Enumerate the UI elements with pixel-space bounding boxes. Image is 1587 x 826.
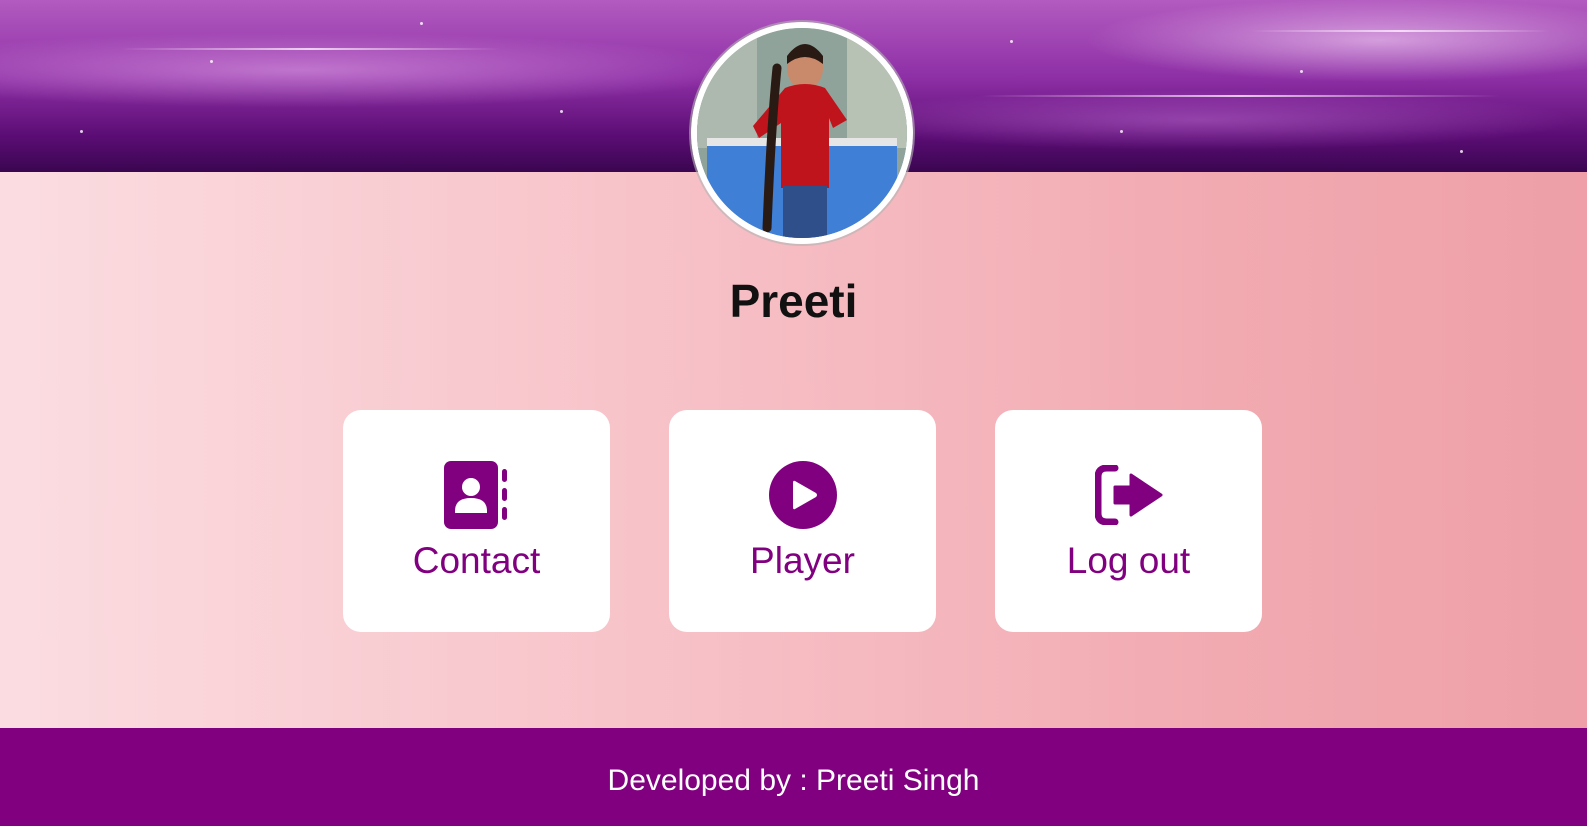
banner-streak: [980, 95, 1500, 97]
logout-icon: [1094, 460, 1164, 530]
contact-button[interactable]: Contact: [343, 410, 610, 632]
logout-button[interactable]: Log out: [995, 410, 1262, 632]
footer-credit: Developed by : Preeti Singh: [607, 764, 980, 797]
play-circle-icon: [768, 460, 838, 530]
profile-name: Preeti: [729, 275, 858, 327]
banner-sparkle: [210, 60, 213, 63]
profile-avatar: [691, 22, 913, 244]
contact-book-icon: [442, 460, 512, 530]
profile-photo-icon: [697, 28, 907, 238]
contact-label: Contact: [412, 540, 541, 581]
banner-streak: [120, 48, 500, 50]
player-label: Player: [750, 540, 855, 581]
player-button[interactable]: Player: [669, 410, 936, 632]
logout-label: Log out: [1066, 540, 1191, 581]
banner-sparkle: [1010, 40, 1013, 43]
banner-sparkle: [1120, 130, 1123, 133]
banner-sparkle: [1300, 70, 1303, 73]
banner-sparkle: [560, 110, 563, 113]
banner-streak: [1250, 30, 1550, 32]
banner-sparkle: [80, 130, 83, 133]
banner-sparkle: [1460, 150, 1463, 153]
footer: Developed by : Preeti Singh: [0, 728, 1587, 826]
banner-sparkle: [420, 22, 423, 25]
